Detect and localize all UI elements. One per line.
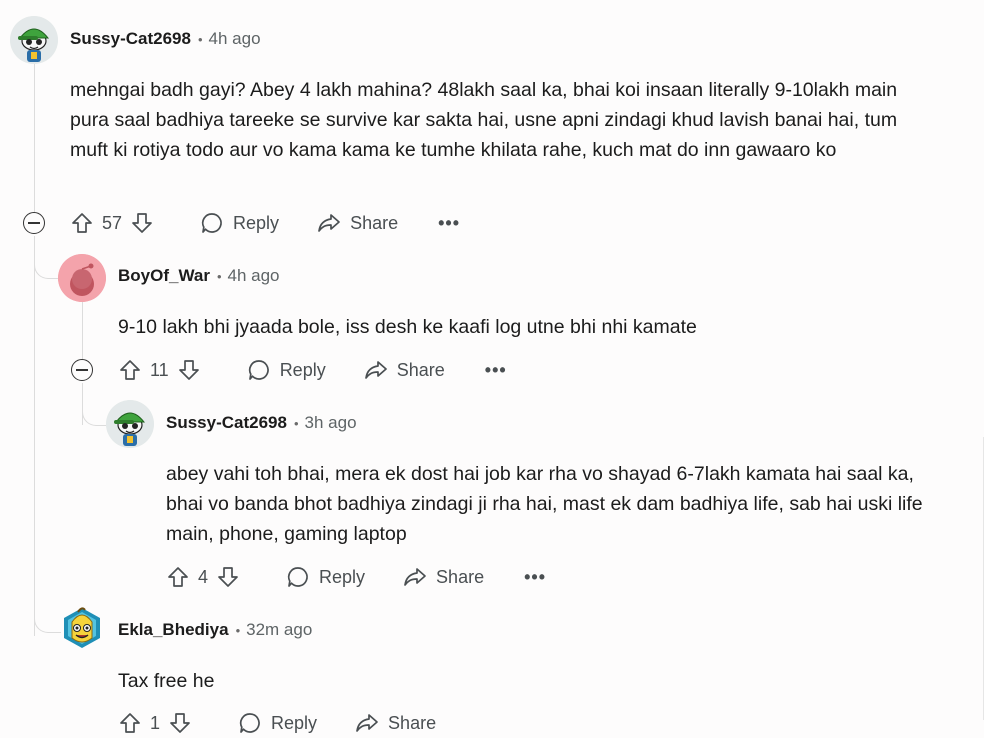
reply-button[interactable]: Reply bbox=[238, 711, 317, 735]
share-label: Share bbox=[388, 712, 437, 733]
comment-meta: Ekla_Bhediya • 32m ago bbox=[118, 620, 312, 640]
separator-dot: • bbox=[293, 415, 299, 431]
reply-button[interactable]: Reply bbox=[286, 565, 365, 589]
comment-actions: 1 Reply Share bbox=[118, 708, 436, 738]
timestamp[interactable]: 4h ago bbox=[209, 29, 261, 49]
comment-body: abey vahi toh bhai, mera ek dost hai job… bbox=[166, 463, 923, 545]
upvote-icon bbox=[120, 713, 140, 733]
vote-count: 4 bbox=[198, 566, 209, 587]
share-label: Share bbox=[436, 566, 485, 587]
separator-dot: • bbox=[216, 268, 222, 284]
upvote-icon bbox=[168, 567, 188, 587]
share-button[interactable]: Share bbox=[403, 565, 484, 589]
reply-label: Reply bbox=[271, 712, 318, 733]
downvote-button[interactable] bbox=[168, 711, 192, 735]
reply-label: Reply bbox=[279, 359, 326, 380]
share-icon bbox=[356, 714, 378, 732]
vote-count: 1 bbox=[150, 712, 161, 733]
comment-body: Tax free he bbox=[118, 670, 215, 692]
separator-dot: • bbox=[197, 31, 203, 47]
more-options-button[interactable]: ••• bbox=[485, 360, 507, 381]
comment-meta: BoyOf_War • 4h ago bbox=[118, 266, 280, 286]
downvote-icon bbox=[132, 213, 152, 233]
avatar[interactable] bbox=[58, 254, 106, 302]
reply-button[interactable]: Reply bbox=[247, 358, 326, 382]
more-options-button[interactable]: ••• bbox=[438, 213, 460, 234]
downvote-button[interactable] bbox=[177, 358, 201, 382]
comment-actions: 4 Reply Share ••• bbox=[166, 562, 546, 592]
timestamp[interactable]: 4h ago bbox=[228, 266, 280, 286]
thread-line-root[interactable] bbox=[34, 64, 35, 212]
downvote-button[interactable] bbox=[216, 565, 240, 589]
comment-body: mehngai badh gayi? Abey 4 lakh mahina? 4… bbox=[70, 79, 898, 161]
reply-label: Reply bbox=[233, 212, 280, 233]
vote-count: 11 bbox=[150, 359, 169, 380]
thread-elbow bbox=[34, 590, 61, 633]
comment-meta: Sussy-Cat2698 • 3h ago bbox=[166, 413, 357, 433]
snoo-default-pink-icon bbox=[58, 254, 106, 302]
share-button[interactable]: Share bbox=[355, 711, 436, 735]
upvote-button[interactable] bbox=[70, 211, 94, 235]
username[interactable]: Ekla_Bhediya bbox=[118, 620, 229, 640]
thread-elbow bbox=[82, 383, 109, 426]
share-label: Share bbox=[350, 212, 399, 233]
share-icon bbox=[318, 214, 340, 232]
comment-bubble-icon bbox=[248, 360, 269, 380]
username[interactable]: Sussy-Cat2698 bbox=[70, 29, 191, 49]
collapse-thread-button[interactable] bbox=[23, 212, 45, 234]
comment-meta: Sussy-Cat2698 • 4h ago bbox=[70, 29, 261, 49]
thread-line-root[interactable] bbox=[34, 236, 35, 636]
share-button[interactable]: Share bbox=[317, 211, 398, 235]
timestamp[interactable]: 32m ago bbox=[246, 620, 312, 640]
collapse-thread-button[interactable] bbox=[71, 359, 93, 381]
more-options-button[interactable]: ••• bbox=[524, 567, 546, 588]
avatar[interactable] bbox=[58, 604, 106, 652]
username[interactable]: BoyOf_War bbox=[118, 266, 210, 286]
share-icon bbox=[364, 361, 387, 379]
share-label: Share bbox=[396, 359, 445, 380]
thread-elbow bbox=[34, 236, 61, 279]
share-icon bbox=[404, 568, 426, 586]
comment-bubble-icon bbox=[239, 713, 260, 733]
thread-line-reply[interactable] bbox=[82, 302, 83, 359]
comment-bubble-icon bbox=[287, 567, 308, 587]
share-button[interactable]: Share bbox=[364, 358, 445, 382]
reply-label: Reply bbox=[319, 566, 366, 587]
separator-dot: • bbox=[235, 622, 241, 638]
comment-body: 9-10 lakh bhi jyaada bole, iss desh ke k… bbox=[118, 316, 697, 338]
snoo-banana-icon bbox=[64, 607, 100, 648]
comment-actions: 57 Reply Share ••• bbox=[70, 208, 460, 238]
upvote-button[interactable] bbox=[166, 565, 190, 589]
reply-button[interactable]: Reply bbox=[200, 211, 279, 235]
downvote-button[interactable] bbox=[130, 211, 154, 235]
username[interactable]: Sussy-Cat2698 bbox=[166, 413, 287, 433]
downvote-icon bbox=[178, 360, 199, 380]
snoo-green-cap-icon bbox=[10, 16, 58, 64]
avatar[interactable] bbox=[106, 400, 154, 448]
upvote-icon bbox=[120, 360, 140, 380]
comment-actions: 11 Reply Share ••• bbox=[118, 355, 507, 385]
upvote-button[interactable] bbox=[118, 711, 142, 735]
snoo-green-cap-icon bbox=[106, 400, 154, 448]
downvote-icon bbox=[170, 713, 190, 733]
comment-bubble-icon bbox=[201, 213, 222, 233]
timestamp[interactable]: 3h ago bbox=[305, 413, 357, 433]
upvote-icon bbox=[72, 213, 92, 233]
avatar[interactable] bbox=[10, 16, 58, 64]
vote-count: 57 bbox=[102, 212, 123, 233]
downvote-icon bbox=[218, 567, 238, 587]
upvote-button[interactable] bbox=[118, 358, 142, 382]
